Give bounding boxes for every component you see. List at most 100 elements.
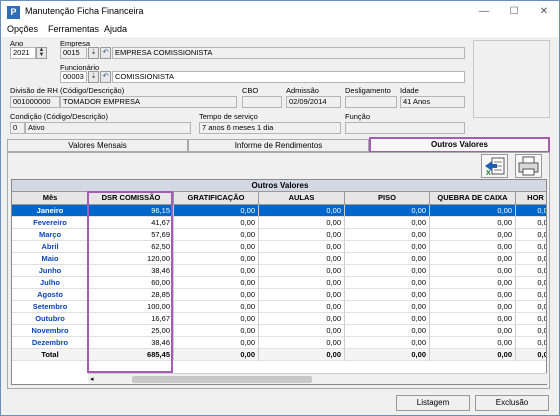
value-cell[interactable]: 60,00	[89, 277, 174, 289]
value-cell[interactable]: 685,45	[89, 349, 174, 361]
empresa-search-button[interactable]: ⇣	[88, 47, 99, 59]
value-cell[interactable]: 0,00	[345, 217, 430, 229]
value-cell[interactable]: 0,00	[430, 289, 516, 301]
value-cell[interactable]: 0,00	[516, 289, 546, 301]
value-cell[interactable]: 0,00	[345, 289, 430, 301]
value-cell[interactable]: 0,00	[430, 313, 516, 325]
value-cell[interactable]: 41,67	[89, 217, 174, 229]
value-cell[interactable]: 0,00	[174, 301, 259, 313]
table-row[interactable]: Outubro16,670,000,000,000,000,00	[12, 313, 546, 325]
value-cell[interactable]: 100,00	[89, 301, 174, 313]
value-cell[interactable]: 0,00	[516, 229, 546, 241]
value-cell[interactable]: 0,00	[174, 253, 259, 265]
month-cell[interactable]: Julho	[12, 277, 89, 289]
value-cell[interactable]: 0,00	[259, 205, 345, 217]
value-cell[interactable]: 0,00	[259, 337, 345, 349]
table-row[interactable]: Maio120,000,000,000,000,000,00	[12, 253, 546, 265]
table-row[interactable]: Junho38,460,000,000,000,000,00	[12, 265, 546, 277]
maximize-button[interactable]: ☐	[499, 3, 529, 21]
table-row[interactable]: Abril62,500,000,000,000,000,00	[12, 241, 546, 253]
value-cell[interactable]: 0,00	[345, 325, 430, 337]
value-cell[interactable]: 25,00	[89, 325, 174, 337]
month-cell[interactable]: Outubro	[12, 313, 89, 325]
value-cell[interactable]: 0,00	[259, 277, 345, 289]
printer-icon[interactable]	[515, 154, 542, 178]
exclusao-button[interactable]: Exclusão	[475, 395, 549, 411]
empresa-code-field[interactable]: 0015	[60, 47, 87, 59]
table-row[interactable]: Setembro100,000,000,000,000,000,00	[12, 301, 546, 313]
funcionario-code-field[interactable]: 00003	[60, 71, 87, 83]
horizontal-scrollbar[interactable]: ◂	[88, 373, 547, 384]
value-cell[interactable]: 0,00	[174, 289, 259, 301]
value-cell[interactable]: 38,46	[89, 265, 174, 277]
table-row[interactable]: Janeiro96,150,000,000,000,000,00	[12, 205, 546, 217]
month-cell[interactable]: Junho	[12, 265, 89, 277]
value-cell[interactable]: 0,00	[430, 241, 516, 253]
menu-opcoes[interactable]: Opções	[7, 24, 38, 34]
value-cell[interactable]: 0,00	[430, 229, 516, 241]
chevron-down-icon[interactable]: ▼	[39, 52, 45, 58]
month-cell[interactable]: Abril	[12, 241, 89, 253]
value-cell[interactable]: 0,00	[259, 265, 345, 277]
value-cell[interactable]: 0,00	[430, 205, 516, 217]
close-button[interactable]: ✕	[529, 3, 559, 21]
value-cell[interactable]: 0,00	[174, 313, 259, 325]
value-cell[interactable]: 0,00	[174, 337, 259, 349]
value-cell[interactable]: 0,00	[174, 217, 259, 229]
value-cell[interactable]: 0,00	[174, 265, 259, 277]
value-cell[interactable]: 0,00	[516, 349, 546, 361]
value-cell[interactable]: 16,67	[89, 313, 174, 325]
column-header-gratificacao[interactable]: GRATIFICAÇÃO	[174, 192, 259, 205]
funcionario-search-button[interactable]: ⇣	[88, 71, 99, 83]
column-header-hor[interactable]: HOR	[516, 192, 546, 205]
value-cell[interactable]: 0,00	[430, 349, 516, 361]
ano-spinner[interactable]: ▲ ▼	[36, 47, 47, 59]
column-header-quebra-caixa[interactable]: QUEBRA DE CAIXA	[430, 192, 516, 205]
value-cell[interactable]: 0,00	[259, 229, 345, 241]
value-cell[interactable]: 0,00	[259, 289, 345, 301]
value-cell[interactable]: 0,00	[345, 229, 430, 241]
value-cell[interactable]: 0,00	[345, 253, 430, 265]
value-cell[interactable]: 0,00	[430, 265, 516, 277]
table-row[interactable]: Julho60,000,000,000,000,000,00	[12, 277, 546, 289]
value-cell[interactable]: 0,00	[345, 205, 430, 217]
scroll-left-icon[interactable]: ◂	[90, 375, 94, 383]
value-cell[interactable]: 0,00	[430, 301, 516, 313]
value-cell[interactable]: 0,00	[259, 217, 345, 229]
month-cell[interactable]: Total	[12, 349, 89, 361]
value-cell[interactable]: 0,00	[516, 217, 546, 229]
value-cell[interactable]: 0,00	[516, 325, 546, 337]
month-cell[interactable]: Setembro	[12, 301, 89, 313]
tab-informe-rendimentos[interactable]: Informe de Rendimentos	[188, 139, 369, 152]
listagem-button[interactable]: Listagem	[396, 395, 470, 411]
value-cell[interactable]: 0,00	[516, 253, 546, 265]
tab-outros-valores[interactable]: Outros Valores	[369, 137, 550, 153]
value-cell[interactable]: 0,00	[345, 301, 430, 313]
value-cell[interactable]: 0,00	[174, 277, 259, 289]
month-cell[interactable]: Janeiro	[12, 205, 89, 217]
value-cell[interactable]: 57,69	[89, 229, 174, 241]
value-cell[interactable]: 0,00	[516, 205, 546, 217]
column-header-dsr-comissao[interactable]: DSR COMISSÃO	[89, 192, 174, 205]
value-cell[interactable]: 0,00	[174, 229, 259, 241]
value-cell[interactable]: 0,00	[345, 241, 430, 253]
value-cell[interactable]: 0,00	[516, 313, 546, 325]
value-cell[interactable]: 0,00	[174, 205, 259, 217]
value-cell[interactable]: 0,00	[174, 325, 259, 337]
value-cell[interactable]: 0,00	[516, 241, 546, 253]
value-cell[interactable]: 62,50	[89, 241, 174, 253]
tab-valores-mensais[interactable]: Valores Mensais	[7, 139, 188, 152]
table-row[interactable]: Agosto28,850,000,000,000,000,00	[12, 289, 546, 301]
value-cell[interactable]: 28,85	[89, 289, 174, 301]
column-header-aulas[interactable]: AULAS	[259, 192, 345, 205]
undo-icon[interactable]: ↶	[100, 47, 111, 59]
value-cell[interactable]: 0,00	[516, 277, 546, 289]
value-cell[interactable]: 0,00	[259, 325, 345, 337]
column-header-piso[interactable]: PISO	[345, 192, 430, 205]
value-cell[interactable]: 120,00	[89, 253, 174, 265]
excel-export-icon[interactable]: X	[481, 154, 508, 178]
value-cell[interactable]: 0,00	[259, 313, 345, 325]
value-cell[interactable]: 0,00	[259, 241, 345, 253]
month-cell[interactable]: Março	[12, 229, 89, 241]
table-row[interactable]: Novembro25,000,000,000,000,000,00	[12, 325, 546, 337]
